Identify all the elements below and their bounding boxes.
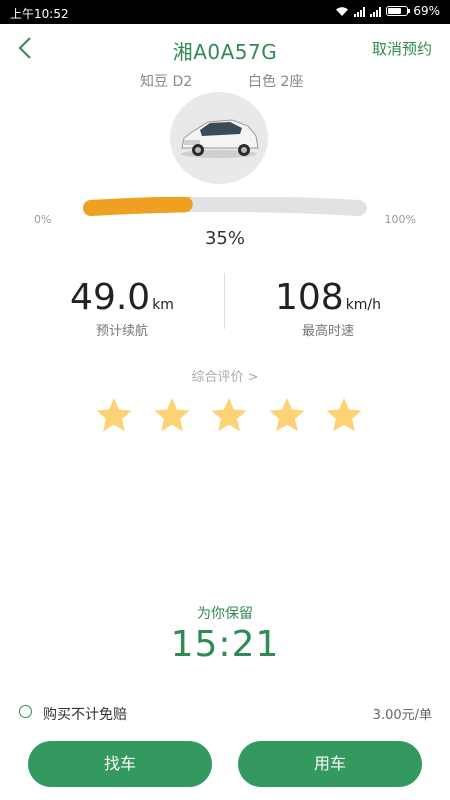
range-value: 49.0: [70, 277, 151, 318]
star-icon: [154, 398, 189, 432]
wifi-icon: [336, 6, 349, 16]
header: 湘A0A57G 取消预约: [0, 24, 450, 72]
battery-min-label: 0%: [34, 213, 52, 226]
insurance-option[interactable]: 购买不计免赔 3.00元/单: [0, 700, 450, 726]
range-label: 预计续航: [95, 324, 148, 339]
battery-percent-value: 35%: [204, 228, 245, 249]
use-car-button[interactable]: 用车: [238, 741, 422, 787]
cancel-reservation-button[interactable]: 取消预约: [372, 38, 432, 59]
battery-max-label: 100%: [384, 213, 416, 226]
speed-label: 最高时速: [301, 324, 354, 339]
reserve-countdown: 15:21: [170, 624, 280, 665]
stats-divider: [224, 273, 225, 329]
insurance-label: 购买不计免赔: [43, 707, 127, 723]
battery-level-bar: [83, 197, 367, 216]
rating-stars: [94, 395, 364, 437]
status-bar: 上午10:52 69%: [0, 0, 450, 24]
insurance-price: 3.00元/单: [372, 708, 432, 723]
overall-rating-link[interactable]: 综合评价 >: [0, 366, 450, 385]
status-time: 上午10:52: [10, 7, 69, 21]
car-color-seats: 白色 2座: [248, 74, 304, 90]
star-icon: [96, 398, 132, 432]
battery-percent: 69%: [413, 4, 440, 18]
signal-icon: [370, 6, 382, 17]
reserve-label: 为你保留: [197, 606, 253, 622]
signal-icon: [354, 6, 366, 17]
speed-unit: km/h: [345, 297, 382, 313]
star-icon: [326, 398, 362, 432]
star-icon: [211, 398, 247, 432]
speed-value: 108: [274, 277, 344, 318]
insurance-radio[interactable]: [19, 705, 32, 718]
car-image: [181, 119, 259, 158]
battery-icon: [386, 6, 411, 16]
car-model: 知豆 D2: [140, 74, 193, 90]
status-icons: 69%: [335, 4, 440, 18]
car-photo: [170, 92, 268, 184]
range-unit: km: [152, 297, 174, 313]
star-icon: [269, 398, 304, 432]
range-stat: 49.0 km 预计续航: [22, 277, 222, 340]
speed-stat: 108 km/h 最高时速: [228, 277, 428, 340]
find-car-button[interactable]: 找车: [28, 741, 212, 787]
